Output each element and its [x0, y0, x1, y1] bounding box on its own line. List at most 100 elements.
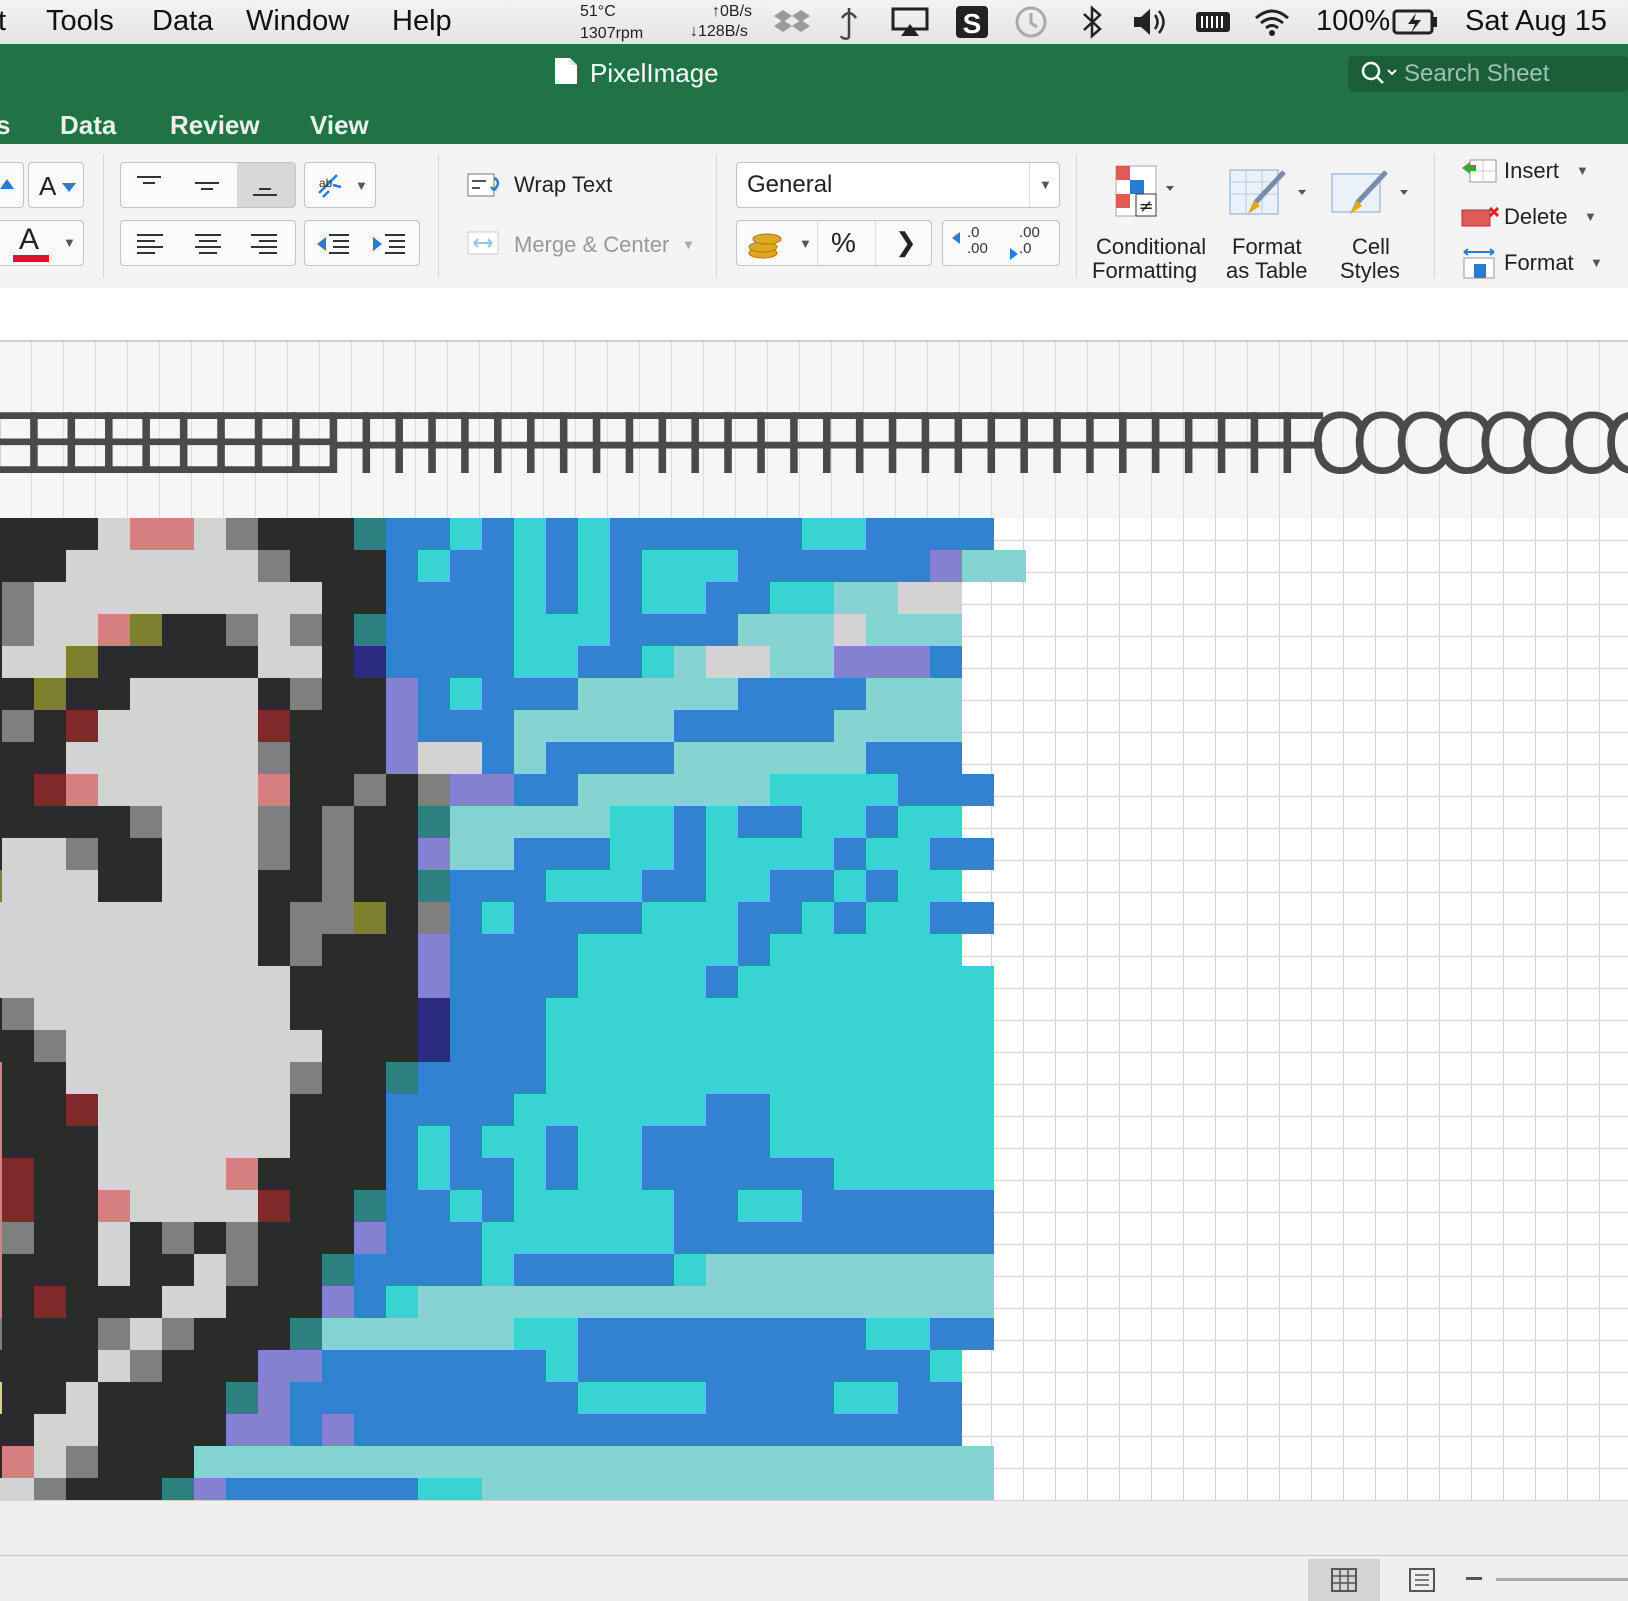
colored-cell[interactable] [34, 1318, 66, 1350]
colored-cell[interactable] [578, 614, 610, 646]
colored-cell[interactable] [514, 582, 546, 614]
colored-cell[interactable] [482, 806, 514, 838]
colored-cell[interactable] [610, 966, 642, 998]
colored-cell[interactable] [610, 1478, 642, 1500]
colored-cell[interactable] [514, 1414, 546, 1446]
colored-cell[interactable] [770, 582, 802, 614]
colored-cell[interactable] [290, 646, 322, 678]
colored-cell[interactable] [802, 1478, 834, 1500]
colored-cell[interactable] [546, 614, 578, 646]
colored-cell[interactable] [354, 1414, 386, 1446]
colored-cell[interactable] [194, 806, 226, 838]
colored-cell[interactable] [674, 1126, 706, 1158]
colored-cell[interactable] [0, 838, 2, 870]
colored-cell[interactable] [66, 614, 98, 646]
colored-cell[interactable] [642, 710, 674, 742]
colored-cell[interactable] [482, 998, 514, 1030]
colored-cell[interactable] [130, 1382, 162, 1414]
colored-cell[interactable] [290, 1030, 322, 1062]
colored-cell[interactable] [130, 966, 162, 998]
colored-cell[interactable] [802, 582, 834, 614]
colored-cell[interactable] [610, 806, 642, 838]
colored-cell[interactable] [738, 1222, 770, 1254]
colored-cell[interactable] [290, 838, 322, 870]
colored-cell[interactable] [162, 742, 194, 774]
colored-cell[interactable] [546, 1030, 578, 1062]
colored-cell[interactable] [770, 870, 802, 902]
decrease-decimal-button[interactable]: .00 .0 [1003, 223, 1057, 263]
number-format-select[interactable]: General ▼ [736, 162, 1060, 208]
colored-cell[interactable] [898, 1190, 930, 1222]
colored-cell[interactable] [834, 1126, 866, 1158]
colored-cell[interactable] [482, 1382, 514, 1414]
colored-cell[interactable] [226, 870, 258, 902]
colored-cell[interactable] [738, 678, 770, 710]
colored-cell[interactable] [226, 1094, 258, 1126]
colored-cell[interactable] [0, 1350, 2, 1382]
wifi-icon[interactable] [1252, 4, 1292, 45]
colored-cell[interactable] [98, 1158, 130, 1190]
colored-cell[interactable] [194, 1094, 226, 1126]
colored-cell[interactable] [2, 1030, 34, 1062]
colored-cell[interactable] [98, 550, 130, 582]
colored-cell[interactable] [866, 966, 898, 998]
colored-cell[interactable] [386, 742, 418, 774]
colored-cell[interactable] [2, 870, 34, 902]
colored-cell[interactable] [866, 1030, 898, 1062]
colored-cell[interactable] [34, 998, 66, 1030]
colored-cell[interactable] [34, 934, 66, 966]
colored-cell[interactable] [706, 1126, 738, 1158]
colored-cell[interactable] [194, 1030, 226, 1062]
colored-cell[interactable] [386, 582, 418, 614]
colored-cell[interactable] [770, 518, 802, 550]
colored-cell[interactable] [770, 646, 802, 678]
colored-cell[interactable] [610, 1414, 642, 1446]
colored-cell[interactable] [642, 646, 674, 678]
colored-cell[interactable] [354, 1158, 386, 1190]
colored-cell[interactable] [450, 646, 482, 678]
colored-cell[interactable] [642, 1062, 674, 1094]
colored-cell[interactable] [322, 678, 354, 710]
colored-cell[interactable] [930, 1254, 962, 1286]
colored-cell[interactable] [0, 1126, 2, 1158]
colored-cell[interactable] [482, 1414, 514, 1446]
colored-cell[interactable] [2, 678, 34, 710]
colored-cell[interactable] [194, 1158, 226, 1190]
colored-cell[interactable] [898, 902, 930, 934]
colored-cell[interactable] [290, 1286, 322, 1318]
colored-cell[interactable] [578, 1318, 610, 1350]
colored-cell[interactable] [386, 1030, 418, 1062]
colored-cell[interactable] [930, 1158, 962, 1190]
colored-cell[interactable] [290, 934, 322, 966]
colored-cell[interactable] [0, 742, 2, 774]
dropbox-icon[interactable] [774, 4, 810, 45]
colored-cell[interactable] [514, 1318, 546, 1350]
increase-decimal-button[interactable]: .0 .00 [947, 223, 1001, 263]
colored-cell[interactable] [834, 1158, 866, 1190]
menu-help[interactable]: Help [392, 5, 452, 38]
colored-cell[interactable] [290, 1478, 322, 1500]
colored-cell[interactable] [642, 742, 674, 774]
colored-cell[interactable] [834, 1318, 866, 1350]
colored-cell[interactable] [354, 518, 386, 550]
colored-cell[interactable] [770, 1382, 802, 1414]
colored-cell[interactable] [866, 1222, 898, 1254]
colored-cell[interactable] [578, 1446, 610, 1478]
colored-cell[interactable] [866, 1382, 898, 1414]
colored-cell[interactable] [898, 1254, 930, 1286]
colored-cell[interactable] [2, 1222, 34, 1254]
colored-cell[interactable] [834, 966, 866, 998]
colored-cell[interactable] [610, 550, 642, 582]
colored-cell[interactable] [802, 1030, 834, 1062]
colored-cell[interactable] [418, 1190, 450, 1222]
colored-cell[interactable] [834, 902, 866, 934]
colored-cell[interactable] [34, 774, 66, 806]
colored-cell[interactable] [866, 1126, 898, 1158]
colored-cell[interactable] [2, 1318, 34, 1350]
colored-cell[interactable] [514, 614, 546, 646]
colored-cell[interactable] [834, 678, 866, 710]
colored-cell[interactable] [930, 1286, 962, 1318]
colored-cell[interactable] [834, 1478, 866, 1500]
colored-cell[interactable] [706, 934, 738, 966]
colored-cell[interactable] [130, 550, 162, 582]
